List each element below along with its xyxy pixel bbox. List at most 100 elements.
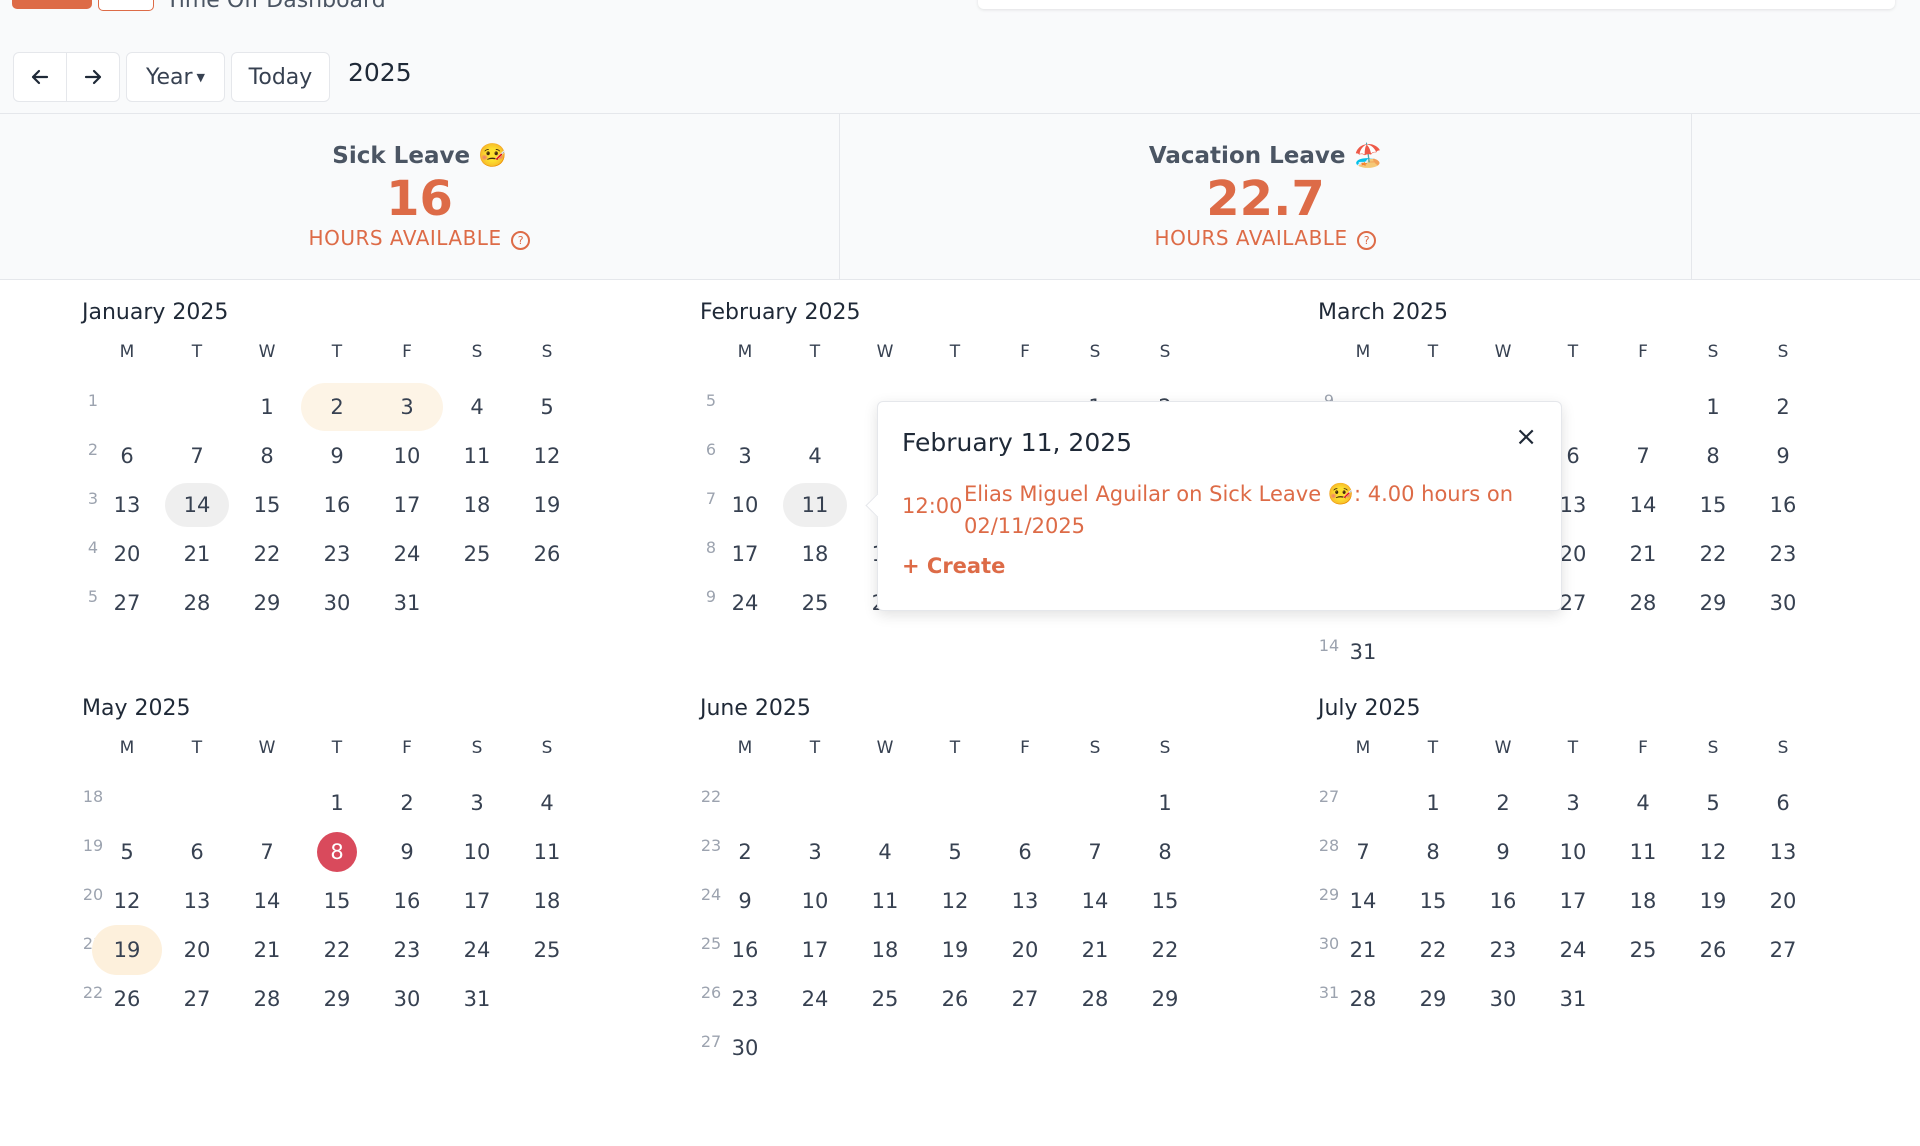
calendar-day[interactable]: 3: [375, 385, 439, 429]
calendar-day[interactable]: 17: [445, 879, 509, 923]
calendar-day[interactable]: 18: [515, 879, 579, 923]
calendar-day[interactable]: 15: [235, 483, 299, 527]
calendar-day[interactable]: 13: [1751, 830, 1815, 874]
primary-button[interactable]: [12, 0, 92, 9]
calendar-day[interactable]: 27: [165, 977, 229, 1021]
calendar-day[interactable]: 5: [1681, 781, 1745, 825]
calendar-day[interactable]: 2: [1751, 385, 1815, 429]
calendar-day[interactable]: 24: [1541, 928, 1605, 972]
calendar-day[interactable]: 16: [305, 483, 369, 527]
calendar-day[interactable]: 5: [515, 385, 579, 429]
calendar-day[interactable]: 16: [1471, 879, 1535, 923]
calendar-day[interactable]: 1: [1133, 781, 1197, 825]
calendar-day[interactable]: 4: [853, 830, 917, 874]
next-button[interactable]: [66, 53, 119, 101]
calendar-day[interactable]: 17: [1541, 879, 1605, 923]
calendar-day[interactable]: 24: [783, 977, 847, 1021]
calendar-day[interactable]: 30: [375, 977, 439, 1021]
calendar-day[interactable]: 28: [1611, 581, 1675, 625]
calendar-day[interactable]: 25: [1611, 928, 1675, 972]
calendar-day[interactable]: 4: [783, 434, 847, 478]
calendar-day[interactable]: 14: [1331, 879, 1395, 923]
help-icon[interactable]: ?: [511, 231, 531, 250]
calendar-day[interactable]: 1: [305, 781, 369, 825]
calendar-day[interactable]: 15: [1401, 879, 1465, 923]
calendar-day[interactable]: 2: [1471, 781, 1535, 825]
calendar-day[interactable]: 3: [1541, 781, 1605, 825]
calendar-day[interactable]: 13: [165, 879, 229, 923]
calendar-day[interactable]: 18: [783, 532, 847, 576]
calendar-day[interactable]: 11: [783, 483, 847, 527]
calendar-day[interactable]: 20: [95, 532, 159, 576]
calendar-day[interactable]: 19: [515, 483, 579, 527]
calendar-day[interactable]: 14: [1611, 483, 1675, 527]
calendar-day[interactable]: 24: [375, 532, 439, 576]
calendar-day[interactable]: 25: [853, 977, 917, 1021]
calendar-day[interactable]: 19: [95, 928, 159, 972]
calendar-day[interactable]: 10: [1541, 830, 1605, 874]
calendar-day[interactable]: 10: [783, 879, 847, 923]
calendar-day[interactable]: 18: [445, 483, 509, 527]
calendar-day[interactable]: 15: [305, 879, 369, 923]
calendar-day[interactable]: 29: [1401, 977, 1465, 1021]
calendar-day[interactable]: 21: [1063, 928, 1127, 972]
calendar-day[interactable]: 8: [1133, 830, 1197, 874]
calendar-day[interactable]: 1: [1681, 385, 1745, 429]
calendar-day[interactable]: 19: [923, 928, 987, 972]
calendar-day[interactable]: 28: [235, 977, 299, 1021]
create-button[interactable]: + Create: [902, 554, 1005, 578]
calendar-day[interactable]: 26: [1681, 928, 1745, 972]
calendar-day[interactable]: 4: [1611, 781, 1675, 825]
calendar-day[interactable]: 28: [1063, 977, 1127, 1021]
calendar-day[interactable]: 21: [235, 928, 299, 972]
calendar-day[interactable]: 28: [165, 581, 229, 625]
calendar-day[interactable]: 25: [445, 532, 509, 576]
calendar-day[interactable]: 16: [375, 879, 439, 923]
calendar-day[interactable]: 25: [515, 928, 579, 972]
calendar-day[interactable]: 6: [165, 830, 229, 874]
calendar-day[interactable]: 29: [1133, 977, 1197, 1021]
calendar-day[interactable]: 2: [713, 830, 777, 874]
calendar-day[interactable]: 7: [165, 434, 229, 478]
calendar-day[interactable]: 1: [1401, 781, 1465, 825]
calendar-day[interactable]: 17: [375, 483, 439, 527]
calendar-day[interactable]: 18: [853, 928, 917, 972]
calendar-day[interactable]: 22: [1133, 928, 1197, 972]
calendar-day[interactable]: 21: [1611, 532, 1675, 576]
calendar-day[interactable]: 29: [305, 977, 369, 1021]
prev-button[interactable]: [14, 53, 66, 101]
calendar-day[interactable]: 8: [1681, 434, 1745, 478]
calendar-day[interactable]: 30: [713, 1026, 777, 1070]
calendar-day[interactable]: 15: [1133, 879, 1197, 923]
calendar-day[interactable]: 10: [713, 483, 777, 527]
calendar-day[interactable]: 6: [1751, 781, 1815, 825]
calendar-day[interactable]: 10: [375, 434, 439, 478]
calendar-day[interactable]: 29: [1681, 581, 1745, 625]
calendar-day[interactable]: 4: [515, 781, 579, 825]
calendar-day[interactable]: 7: [235, 830, 299, 874]
calendar-day[interactable]: 23: [375, 928, 439, 972]
view-dropdown[interactable]: Year ▼: [126, 52, 225, 102]
calendar-day[interactable]: 22: [1681, 532, 1745, 576]
calendar-day[interactable]: 7: [1331, 830, 1395, 874]
calendar-day[interactable]: 14: [235, 879, 299, 923]
calendar-day[interactable]: 26: [95, 977, 159, 1021]
calendar-day[interactable]: 21: [165, 532, 229, 576]
calendar-day[interactable]: 9: [305, 434, 369, 478]
calendar-day[interactable]: 9: [1751, 434, 1815, 478]
calendar-day[interactable]: 4: [445, 385, 509, 429]
calendar-day[interactable]: 21: [1331, 928, 1395, 972]
calendar-day[interactable]: 11: [853, 879, 917, 923]
calendar-day[interactable]: 29: [235, 581, 299, 625]
calendar-day[interactable]: 10: [445, 830, 509, 874]
calendar-day[interactable]: 27: [95, 581, 159, 625]
calendar-day[interactable]: 16: [1751, 483, 1815, 527]
calendar-day[interactable]: 30: [305, 581, 369, 625]
calendar-day[interactable]: 25: [783, 581, 847, 625]
calendar-day[interactable]: 15: [1681, 483, 1745, 527]
calendar-day[interactable]: 24: [445, 928, 509, 972]
calendar-day[interactable]: 18: [1611, 879, 1675, 923]
close-icon[interactable]: ×: [1515, 422, 1537, 452]
calendar-day[interactable]: 11: [445, 434, 509, 478]
calendar-day[interactable]: 12: [95, 879, 159, 923]
